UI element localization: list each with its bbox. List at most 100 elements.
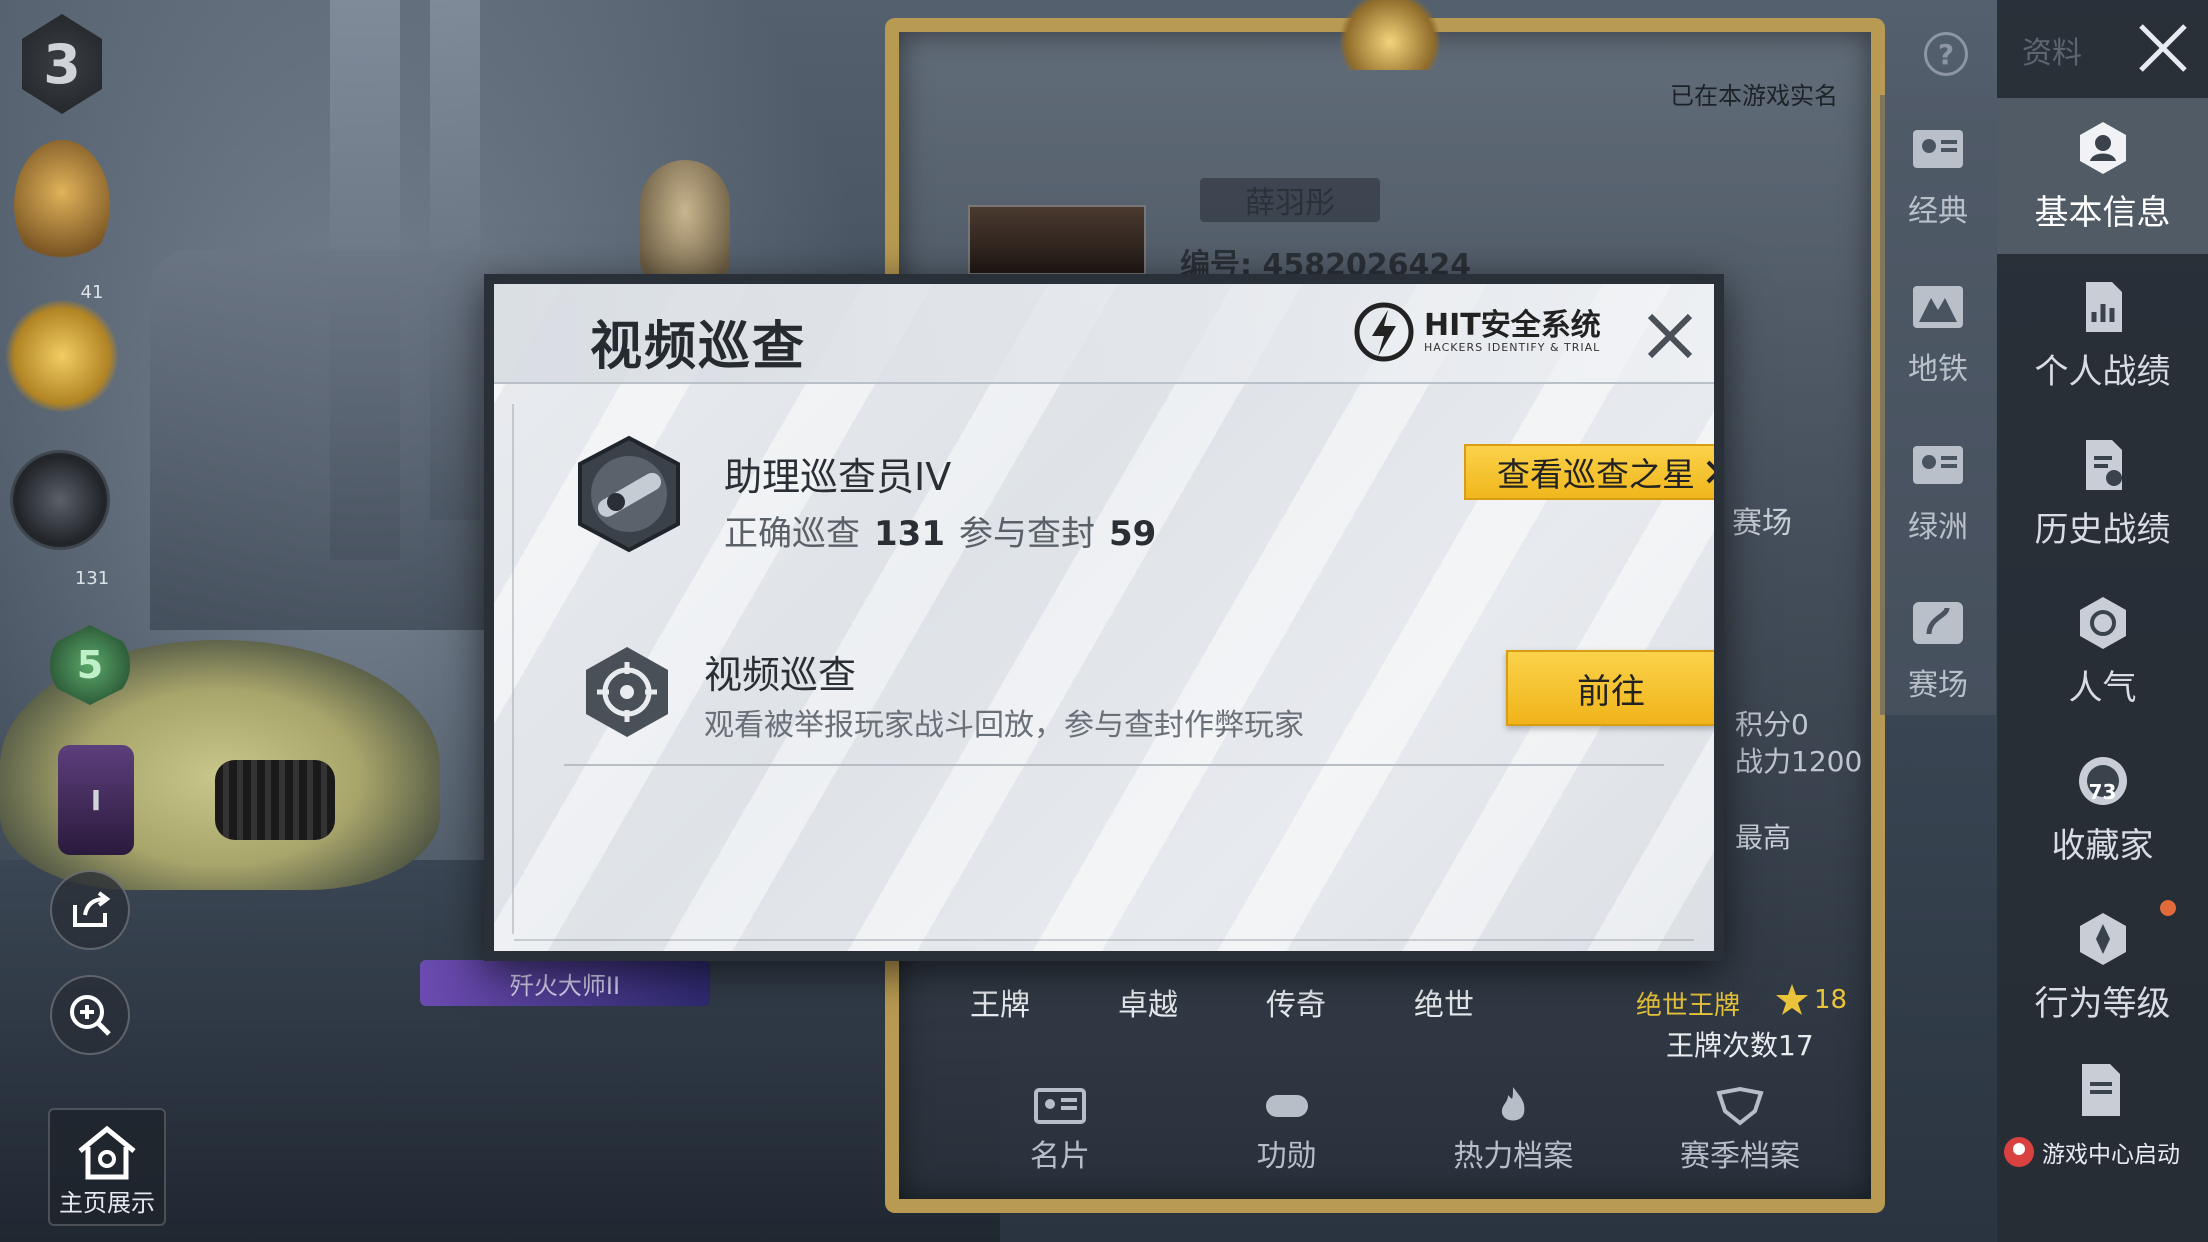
season-icon: [1716, 1086, 1764, 1126]
nav-basic-info-label: 基本信息: [2034, 192, 2171, 233]
nav-behavior-level[interactable]: 行为等级: [1997, 892, 2208, 1042]
crosshair-icon: [586, 647, 668, 737]
tab-season-archive[interactable]: 赛季档案: [1640, 1085, 1840, 1175]
topbar-title: 资料: [2022, 36, 2082, 71]
classic-mode-icon: [1913, 130, 1963, 168]
tab-merit-label: 功勋: [1256, 1139, 1317, 1174]
task-divider: [564, 764, 1664, 766]
arena-mode-icon: [1913, 602, 1963, 644]
mode-metro-label: 地铁: [1908, 352, 1968, 387]
home-button-label: 主页展示: [59, 1189, 155, 1217]
mode-arena[interactable]: 赛场: [1880, 574, 1996, 724]
mode-metro[interactable]: 地铁: [1880, 258, 1996, 408]
tier-label: 绝世: [1414, 988, 1474, 1023]
game-center-label: 游戏中心启动: [2042, 1142, 2180, 1168]
nav-history-stats-label: 历史战绩: [2034, 509, 2171, 550]
nav-collector[interactable]: 73 收藏家: [1997, 734, 2208, 884]
fire-badge[interactable]: [14, 140, 110, 270]
purple-rank-badge[interactable]: I: [58, 745, 134, 855]
mode-classic[interactable]: 经典: [1880, 100, 1996, 250]
chevron-right-icon: [1706, 460, 1714, 484]
history-icon: [2085, 439, 2122, 490]
gold-lightning-badge[interactable]: [6, 300, 118, 412]
tier-label: 卓越: [1118, 988, 1178, 1023]
profile-icon: [2079, 121, 2126, 174]
close-panel-icon[interactable]: [2133, 18, 2193, 78]
tab-heat-archive-label: 热力档案: [1453, 1139, 1574, 1174]
verified-status: 已在本游戏实名: [1670, 82, 1838, 110]
dialog-title: 视频巡查: [590, 317, 807, 377]
nav-behavior-level-label: 行为等级: [2034, 983, 2171, 1024]
document-icon[interactable]: [2070, 1060, 2130, 1120]
points-label: 积分0: [1735, 708, 1809, 741]
popularity-icon: [2079, 596, 2126, 649]
dialog-side-line: [512, 404, 514, 934]
star-icon: [1776, 984, 1808, 1015]
stats-icon: [2085, 281, 2122, 332]
patrol-rank-row: 助理巡查员IV 正确巡查 131 参与查封 59 查看巡查之星: [574, 434, 1714, 555]
view-patrol-star-button[interactable]: 查看巡查之星: [1464, 444, 1714, 500]
zoom-in-button[interactable]: [50, 975, 130, 1055]
patrol-rank-badge-icon: [578, 435, 680, 553]
zoom-in-icon: [70, 995, 111, 1036]
highest-label: 最高: [1735, 821, 1792, 854]
go-button[interactable]: 前往: [1506, 650, 1714, 726]
nav-collector-label: 收藏家: [2051, 825, 2154, 866]
tab-heat-archive[interactable]: 热力档案: [1413, 1085, 1613, 1175]
homepage-showcase-button[interactable]: 主页展示: [48, 1108, 166, 1226]
player-name: 薛羽彤: [1200, 178, 1380, 222]
dialog-body: 视频巡查 HIT安全系统 HACKERS IDENTIFY & TRIAL 助理…: [494, 284, 1714, 951]
player-avatar[interactable]: [968, 205, 1146, 275]
view-patrol-star-label: 查看巡查之星: [1497, 455, 1695, 494]
ace-title: 绝世王牌: [1636, 991, 1741, 1021]
background-character: [640, 160, 730, 290]
correct-patrol-value: 131: [874, 514, 945, 554]
profile-bottom-tabs: 名片 功勋 热力档案 赛季档案: [960, 1085, 1840, 1175]
ranked-label: 赛场: [1732, 506, 1792, 541]
hit-logo-name: HIT安全系统: [1424, 307, 1601, 343]
help-icon[interactable]: ?: [1924, 32, 1968, 76]
game-center-icon: [2004, 1137, 2034, 1167]
power-label: 战力1200: [1735, 745, 1863, 778]
mode-classic-label: 经典: [1908, 194, 1968, 229]
car-grill: [215, 760, 335, 840]
tab-card-label: 名片: [1030, 1139, 1090, 1174]
go-button-label: 前往: [1577, 671, 1645, 712]
tier-label: 传奇: [1266, 988, 1326, 1023]
patrol-rank-name: 助理巡查员IV: [724, 455, 952, 499]
medal-icon: [1265, 1095, 1308, 1117]
notification-dot: [2160, 900, 2176, 916]
oasis-mode-icon: [1913, 446, 1963, 484]
task-description: 观看被举报玩家战斗回放，参与查封作弊玩家: [704, 708, 1304, 743]
nav-popularity-label: 人气: [2068, 667, 2137, 708]
correct-patrol-label: 正确巡查: [724, 514, 860, 554]
nav-personal-stats[interactable]: 个人战绩: [1997, 260, 2208, 410]
nav-basic-info[interactable]: 基本信息: [1997, 98, 2208, 254]
frame-crown-ornament: [1330, 0, 1450, 70]
behavior-icon: [2079, 912, 2126, 965]
scope-badge[interactable]: [10, 450, 110, 550]
tab-merit[interactable]: 功勋: [1187, 1085, 1387, 1175]
share-button[interactable]: [50, 870, 130, 950]
patrol-stats: 正确巡查 131 参与查封 59: [724, 506, 1170, 555]
scope-badge-count: 131: [74, 568, 110, 589]
hit-security-logo: HIT安全系统 HACKERS IDENTIFY & TRIAL: [1354, 302, 1601, 362]
dialog-close-icon[interactable]: [1642, 308, 1698, 364]
video-patrol-task-row: 视频巡查 观看被举报玩家战斗回放，参与查封作弊玩家 前往: [564, 634, 1714, 764]
card-icon: [1034, 1088, 1086, 1124]
nav-popularity[interactable]: 人气: [1997, 576, 2208, 726]
dialog-header: 视频巡查 HIT安全系统 HACKERS IDENTIFY & TRIAL: [494, 284, 1714, 384]
tab-card[interactable]: 名片: [960, 1085, 1160, 1175]
nav-history-stats[interactable]: 历史战绩: [1997, 418, 2208, 568]
home-icon: [78, 1125, 136, 1180]
tier-label: 王牌: [970, 988, 1030, 1023]
lightning-shield-icon: [1354, 302, 1414, 362]
share-icon: [73, 891, 111, 927]
metro-mode-icon: [1913, 286, 1963, 328]
tab-season-archive-label: 赛季档案: [1679, 1139, 1800, 1174]
ace-count: 18: [1814, 985, 1848, 1015]
mode-oasis[interactable]: 绿洲: [1880, 416, 1996, 566]
mode-oasis-label: 绿洲: [1908, 510, 1968, 545]
game-center-launch[interactable]: 游戏中心启动: [2002, 1128, 2202, 1176]
ban-participation-value: 59: [1108, 514, 1157, 554]
